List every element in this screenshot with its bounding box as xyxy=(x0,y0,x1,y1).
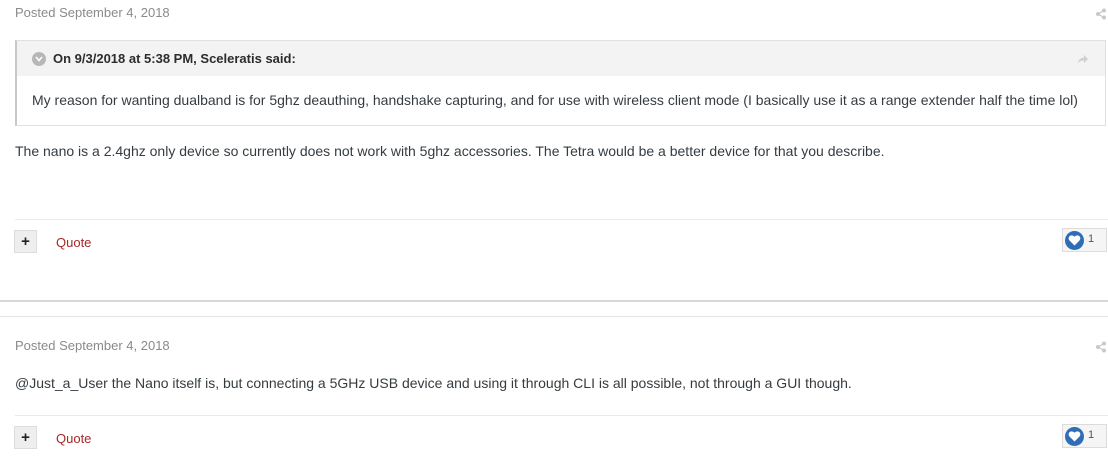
post-body: @Just_a_User the Nano itself is, but con… xyxy=(15,375,852,391)
quote-block: On 9/3/2018 at 5:38 PM, Sceleratis said:… xyxy=(15,40,1106,126)
reaction-count: 1 xyxy=(1088,233,1095,245)
post-2: Posted September 4, 2018 @Just_a_User th… xyxy=(0,318,1108,457)
quote-button[interactable]: Quote xyxy=(56,431,91,446)
quote-body: My reason for wanting dualband is for 5g… xyxy=(32,92,1078,108)
quote-citation[interactable]: On 9/3/2018 at 5:38 PM, Sceleratis said: xyxy=(53,51,296,66)
chevron-down-icon[interactable] xyxy=(32,52,46,66)
post-1: Posted September 4, 2018 On 9/3/2018 at … xyxy=(0,0,1108,300)
reaction-badge[interactable]: 1 xyxy=(1062,228,1107,252)
reaction-count: 1 xyxy=(1088,429,1095,441)
reply-arrow-icon[interactable] xyxy=(1077,52,1089,64)
multiquote-button[interactable]: + xyxy=(14,426,37,449)
reaction-badge[interactable]: 1 xyxy=(1062,424,1107,448)
share-icon[interactable] xyxy=(1095,340,1107,353)
post-body: The nano is a 2.4ghz only device so curr… xyxy=(15,143,885,159)
divider xyxy=(15,415,1108,416)
post-date: Posted September 4, 2018 xyxy=(15,5,170,20)
post-separator xyxy=(0,300,1108,317)
share-icon[interactable] xyxy=(1095,7,1107,20)
quote-button[interactable]: Quote xyxy=(56,235,91,250)
post-date: Posted September 4, 2018 xyxy=(15,338,170,353)
heart-icon xyxy=(1065,231,1084,250)
heart-icon xyxy=(1065,427,1084,446)
quote-header: On 9/3/2018 at 5:38 PM, Sceleratis said: xyxy=(17,41,1105,76)
multiquote-button[interactable]: + xyxy=(14,230,37,253)
divider xyxy=(15,219,1108,220)
